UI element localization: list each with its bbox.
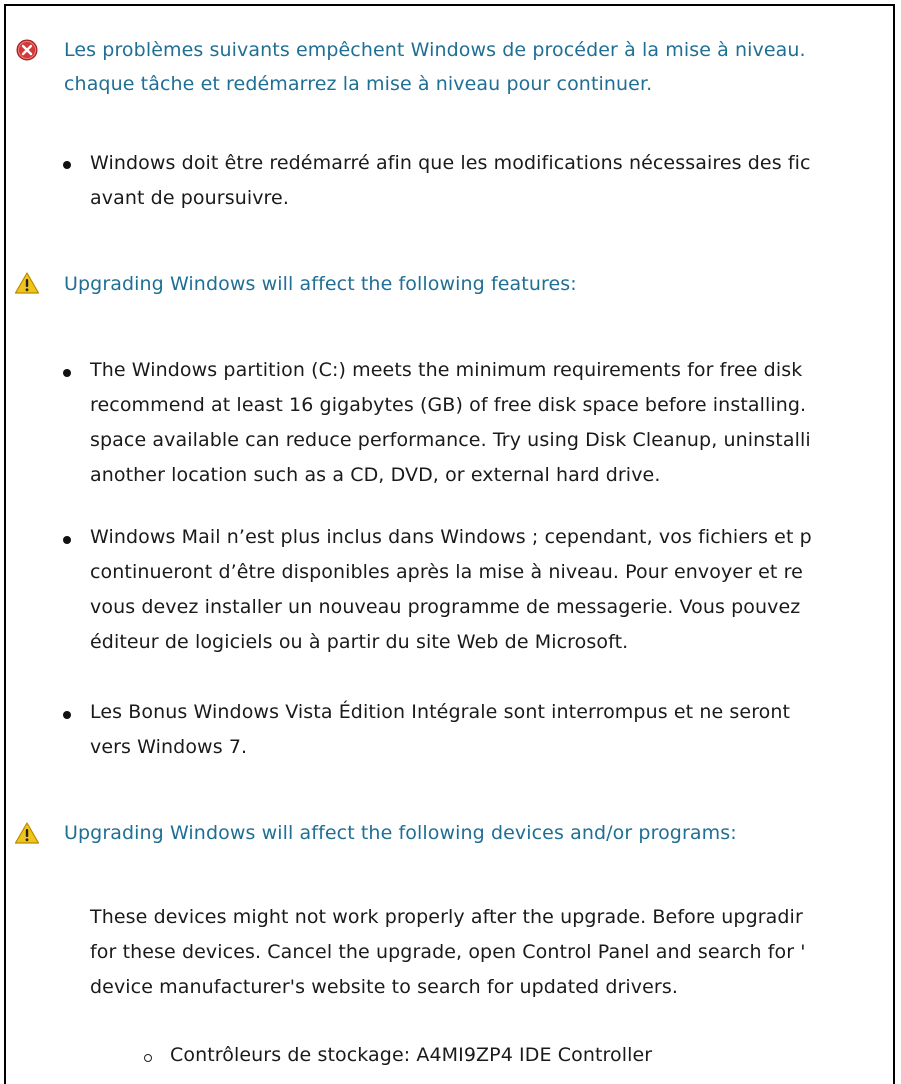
- bullet-icon: [63, 536, 71, 544]
- warning-icon: [14, 272, 40, 294]
- circle-bullet-icon: [144, 1054, 152, 1062]
- compatibility-report-panel: Les problèmes suivants empêchent Windows…: [4, 4, 895, 1084]
- feature-item-2-line-3: vous devez installer un nouveau programm…: [90, 596, 801, 618]
- devices-description-line-3: device manufacturer's website to search …: [90, 976, 678, 998]
- devices-description-line-1: These devices might not work properly af…: [90, 906, 803, 928]
- devices-heading: Upgrading Windows will affect the follow…: [64, 822, 737, 844]
- feature-item-2-line-4: éditeur de logiciels ou à partir du site…: [90, 631, 629, 653]
- error-icon: [16, 39, 38, 61]
- feature-item-3-line-2: vers Windows 7.: [90, 736, 248, 758]
- feature-item-1-line-2: recommend at least 16 gigabytes (GB) of …: [90, 394, 807, 416]
- devices-description-line-2: for these devices. Cancel the upgrade, o…: [90, 941, 806, 963]
- error-item-line-1: Windows doit être redémarré afin que les…: [90, 152, 811, 174]
- feature-item-1-line-3: space available can reduce performance. …: [90, 429, 811, 451]
- feature-item-1-line-4: another location such as a CD, DVD, or e…: [90, 464, 661, 486]
- bullet-icon: [63, 369, 71, 377]
- features-heading: Upgrading Windows will affect the follow…: [64, 273, 577, 295]
- feature-item-2-line-1: Windows Mail n’est plus inclus dans Wind…: [90, 526, 812, 548]
- error-heading-line-2: chaque tâche et redémarrez la mise à niv…: [64, 73, 653, 95]
- device-subitem: Contrôleurs de stockage: A4MI9ZP4 IDE Co…: [170, 1044, 653, 1066]
- bullet-icon: [63, 161, 71, 169]
- report-content: Les problèmes suivants empêchent Windows…: [6, 6, 893, 1084]
- warning-icon: [14, 822, 40, 844]
- error-heading-line-1: Les problèmes suivants empêchent Windows…: [64, 39, 806, 61]
- feature-item-2-line-2: continueront d’être disponibles après la…: [90, 561, 803, 583]
- bullet-icon: [63, 711, 71, 719]
- feature-item-1-line-1: The Windows partition (C:) meets the min…: [90, 359, 803, 381]
- error-item-line-2: avant de poursuivre.: [90, 187, 289, 209]
- feature-item-3-line-1: Les Bonus Windows Vista Édition Intégral…: [90, 701, 791, 723]
